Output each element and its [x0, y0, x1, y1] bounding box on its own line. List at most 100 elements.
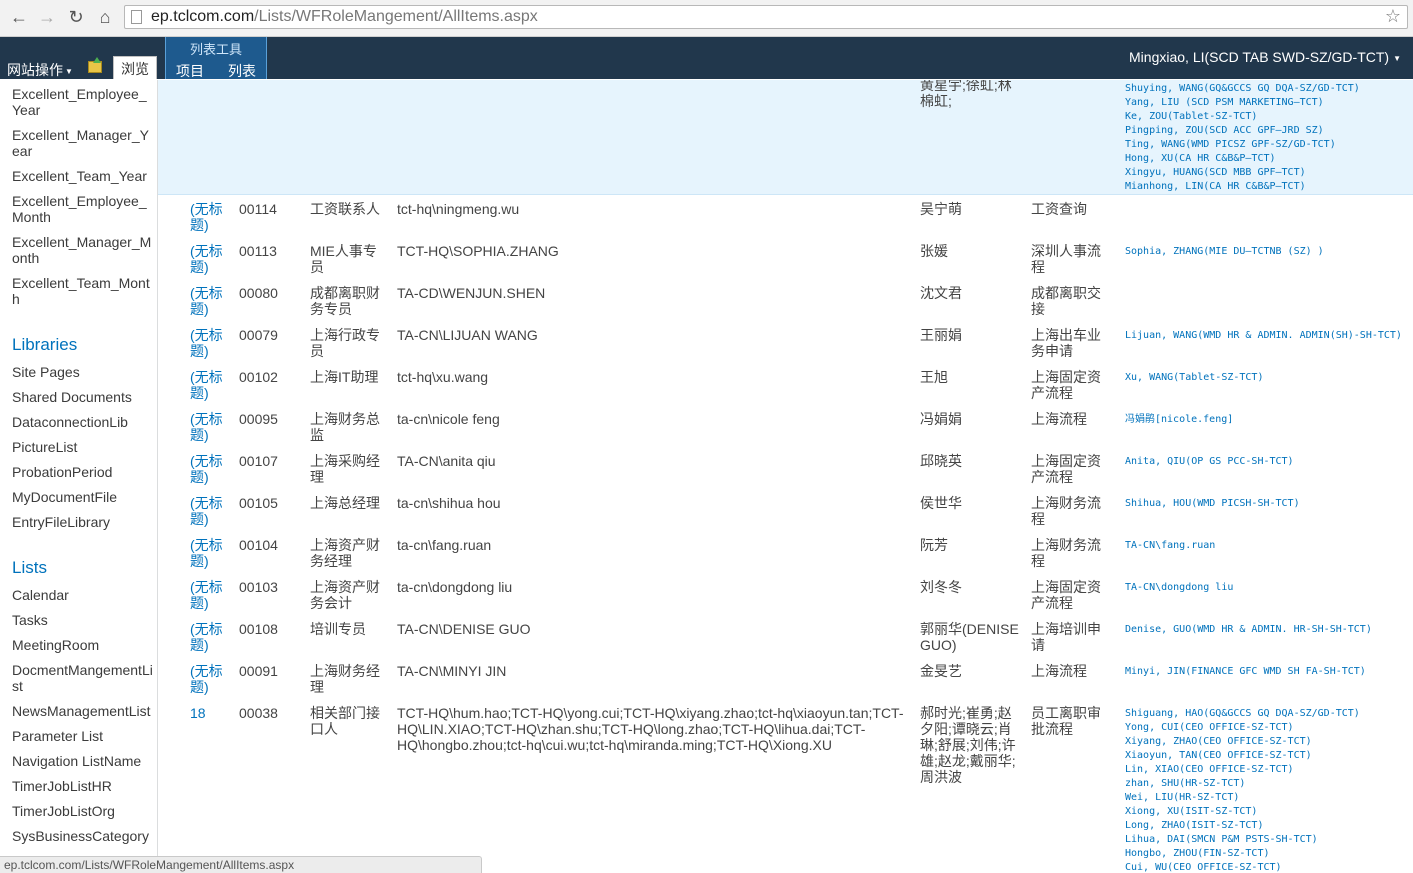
cell-wf-users[interactable]: Xu, WANG(Tablet-SZ-TCT): [1125, 371, 1263, 385]
nav-item-shared-documents[interactable]: Shared Documents: [12, 389, 154, 405]
nav-item-timerjoblistorg[interactable]: TimerJobListOrg: [12, 803, 154, 819]
cell-name: 黄星宇;徐虹;林棉虹;: [920, 80, 1012, 109]
cell-role: 工资联系人: [310, 201, 380, 217]
cell-role: 上海财务总监: [310, 411, 380, 443]
back-icon[interactable]: ←: [8, 6, 30, 28]
browser-toolbar: ← → ↻ ⌂ ep.tclcom.com/Lists/WFRoleMangem…: [0, 0, 1413, 37]
cell-process: 上海固定资产流程: [1031, 453, 1101, 485]
libraries-heading[interactable]: Libraries: [12, 335, 77, 355]
cell-role: 上海IT助理: [310, 369, 379, 385]
cell-wf-users[interactable]: Anita, QIU(OP GS PCC-SH-TCT): [1125, 455, 1294, 469]
cell-code: 00103: [239, 579, 278, 595]
cell-title[interactable]: (无标题): [190, 327, 230, 359]
url-text[interactable]: ep.tclcom.com/Lists/WFRoleMangement/AllI…: [151, 8, 538, 26]
tab-items[interactable]: 项目: [176, 61, 204, 81]
nav-item-parameter-list[interactable]: Parameter List: [12, 728, 154, 744]
url-path: /Lists/WFRoleMangement/AllItems.aspx: [254, 8, 538, 25]
nav-item-docmentmangementlist[interactable]: DocmentMangementList: [12, 662, 154, 694]
cell-title[interactable]: (无标题): [190, 411, 230, 443]
cell-process: 员工离职审批流程: [1031, 705, 1101, 737]
cell-process: 工资查询: [1031, 201, 1087, 217]
cell-account: TA-CD\WENJUN.SHEN: [397, 285, 546, 301]
nav-item-calendar[interactable]: Calendar: [12, 587, 154, 603]
cell-wf-users[interactable]: Sophia, ZHANG(MIE DU—TCTNB (SZ) ): [1125, 245, 1324, 259]
navigate-up-icon[interactable]: [88, 57, 102, 73]
nav-item-picturelist[interactable]: PictureList: [12, 439, 154, 455]
nav-item-dataconnectionlib[interactable]: DataconnectionLib: [12, 414, 154, 430]
nav-item-excellent-manager-month[interactable]: Excellent_Manager_Month: [12, 234, 154, 266]
lists-heading[interactable]: Lists: [12, 558, 47, 578]
cell-title[interactable]: (无标题): [190, 201, 230, 233]
cell-wf-users[interactable]: 冯娟鹃[nicole.feng]: [1125, 413, 1233, 427]
cell-account: ta-cn\nicole feng: [397, 411, 500, 427]
cell-role: 上海财务经理: [310, 663, 380, 695]
cell-name: 沈文君: [920, 285, 962, 301]
home-icon[interactable]: ⌂: [94, 6, 116, 28]
cell-title[interactable]: (无标题): [190, 243, 230, 275]
cell-code: 00102: [239, 369, 278, 385]
star-icon[interactable]: ☆: [1385, 6, 1401, 27]
table-row-selected[interactable]: 黄星宇;徐虹;林棉虹; Shuying, WANG(GQ&GCCS GQ DQA…: [158, 80, 1413, 195]
cell-title[interactable]: (无标题): [190, 663, 230, 695]
nav-item-navigation-listname[interactable]: Navigation ListName: [12, 753, 154, 769]
cell-code: 00107: [239, 453, 278, 469]
cell-code: 00095: [239, 411, 278, 427]
cell-process: 上海流程: [1031, 411, 1087, 427]
nav-item-excellent-employee-year[interactable]: Excellent_Employee_Year: [12, 86, 154, 118]
cell-wf-users[interactable]: TA-CN\fang.ruan: [1125, 539, 1215, 553]
nav-item-excellent-team-month[interactable]: Excellent_Team_Month: [12, 275, 154, 307]
address-bar[interactable]: ep.tclcom.com/Lists/WFRoleMangement/AllI…: [124, 5, 1408, 29]
cell-name: 王丽娟: [920, 327, 962, 343]
nav-item-sysbusinesscategory[interactable]: SysBusinessCategory: [12, 828, 154, 844]
cell-wf-users[interactable]: Shuying, WANG(GQ&GCCS GQ DQA-SZ/GD-TCT) …: [1125, 82, 1360, 194]
cell-title[interactable]: (无标题): [190, 369, 230, 401]
cell-wf-users[interactable]: Denise, GUO(WMD HR & ADMIN. HR-SH-SH-TCT…: [1125, 623, 1372, 637]
reload-icon[interactable]: ↻: [65, 6, 87, 28]
cell-title[interactable]: (无标题): [190, 495, 230, 527]
cell-code: 00038: [239, 705, 278, 721]
cell-title[interactable]: (无标题): [190, 579, 230, 611]
cell-role: 上海采购经理: [310, 453, 380, 485]
nav-item-meetingroom[interactable]: MeetingRoom: [12, 637, 154, 653]
cell-wf-users[interactable]: Lijuan, WANG(WMD HR & ADMIN. ADMIN(SH)-S…: [1125, 329, 1402, 343]
tab-list[interactable]: 列表: [228, 61, 256, 81]
nav-item-excellent-team-year[interactable]: Excellent_Team_Year: [12, 168, 154, 184]
cell-name: 吴宁萌: [920, 201, 962, 217]
nav-item-excellent-employee-month[interactable]: Excellent_Employee_Month: [12, 193, 154, 225]
nav-item-site-pages[interactable]: Site Pages: [12, 364, 154, 380]
cell-title[interactable]: (无标题): [190, 621, 230, 653]
cell-account: TCT-HQ\SOPHIA.ZHANG: [397, 243, 559, 259]
list-tools-group: 列表工具 项目 列表: [165, 37, 267, 79]
cell-process: 上海固定资产流程: [1031, 579, 1101, 611]
cell-name: 阮芳: [920, 537, 948, 553]
cell-name: 郭丽华(DENISE GUO): [920, 621, 1019, 653]
nav-item-probationperiod[interactable]: ProbationPeriod: [12, 464, 154, 480]
forward-icon[interactable]: →: [36, 6, 58, 28]
cell-account: tct-hq\ningmeng.wu: [397, 201, 520, 217]
cell-title[interactable]: (无标题): [190, 453, 230, 485]
nav-item-timerjoblisthr[interactable]: TimerJobListHR: [12, 778, 154, 794]
list-view: 黄星宇;徐虹;林棉虹; Shuying, WANG(GQ&GCCS GQ DQA…: [158, 80, 1413, 873]
cell-process: 上海培训申请: [1031, 621, 1101, 653]
cell-account: ta-cn\shihua hou: [397, 495, 501, 511]
nav-item-newsmanagementlist[interactable]: NewsManagementList: [12, 703, 154, 719]
site-actions-menu[interactable]: 网站操作 ▼: [7, 60, 73, 80]
user-menu[interactable]: Mingxiao, LI(SCD TAB SWD-SZ/GD-TCT) ▼: [1129, 49, 1401, 65]
nav-item-tasks[interactable]: Tasks: [12, 612, 154, 628]
cell-wf-users[interactable]: Minyi, JIN(FINANCE GFC WMD SH FA-SH-TCT): [1125, 665, 1366, 679]
cell-wf-users[interactable]: Shihua, HOU(WMD PICSH-SH-TCT): [1125, 497, 1300, 511]
nav-item-excellent-manager-year[interactable]: Excellent_Manager_Year: [12, 127, 154, 159]
cell-title[interactable]: 18: [190, 705, 230, 721]
cell-account: ta-cn\fang.ruan: [397, 537, 492, 553]
status-bar: ep.tclcom.com/Lists/WFRoleMangement/AllI…: [0, 856, 482, 873]
nav-item-entryfilelibrary[interactable]: EntryFileLibrary: [12, 514, 154, 530]
cell-title[interactable]: (无标题): [190, 285, 230, 317]
tab-browse[interactable]: 浏览: [113, 56, 157, 79]
cell-wf-users[interactable]: Shiguang, HAO(GQ&GCCS GQ DQA-SZ/GD-TCT) …: [1125, 707, 1360, 873]
cell-title[interactable]: (无标题): [190, 537, 230, 569]
cell-name: 郝时光;崔勇;赵夕阳;谭晓云;肖琳;舒展;刘伟;许雄;赵龙;戴丽华;周洪波: [920, 705, 1016, 785]
cell-code: 00079: [239, 327, 278, 343]
nav-item-mydocumentfile[interactable]: MyDocumentFile: [12, 489, 154, 505]
cell-wf-users[interactable]: TA-CN\dongdong liu: [1125, 581, 1233, 595]
cell-process: 上海流程: [1031, 663, 1087, 679]
